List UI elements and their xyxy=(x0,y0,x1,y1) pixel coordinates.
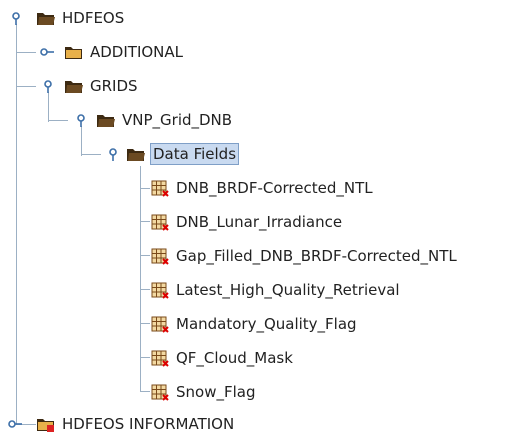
connector-line xyxy=(16,52,36,53)
tree-node-label: QF_Cloud_Mask xyxy=(176,349,293,367)
expand-toggle-icon[interactable] xyxy=(40,46,56,58)
tree-node-data-fields[interactable]: Data Fields xyxy=(126,142,240,166)
tree-node-label: Data Fields xyxy=(150,143,240,165)
tree-node-label: ADDITIONAL xyxy=(90,43,184,61)
collapse-toggle-icon[interactable] xyxy=(105,148,121,161)
folder-attribute-icon xyxy=(36,415,56,433)
connector-line xyxy=(140,221,150,222)
tree-node-label: DNB_BRDF-Corrected_NTL xyxy=(176,179,373,197)
connector-line xyxy=(48,92,49,122)
connector-line xyxy=(140,255,150,256)
tree-node-dataset[interactable]: Snow_Flag xyxy=(150,380,257,404)
tree-node-dataset[interactable]: DNB_Lunar_Irradiance xyxy=(150,210,344,234)
collapse-toggle-icon[interactable] xyxy=(40,80,56,93)
tree-node-label: VNP_Grid_DNB xyxy=(122,111,233,129)
collapse-toggle-icon[interactable] xyxy=(8,12,24,25)
connector-line xyxy=(140,188,150,189)
folder-open-icon xyxy=(36,9,56,27)
folder-open-icon xyxy=(64,77,84,95)
dataset-icon xyxy=(150,383,170,401)
tree-node-dataset[interactable]: DNB_BRDF-Corrected_NTL xyxy=(150,176,375,200)
connector-line xyxy=(81,154,101,155)
dataset-icon xyxy=(150,349,170,367)
connector-line xyxy=(16,24,17,424)
folder-closed-icon xyxy=(64,43,84,61)
connector-line xyxy=(140,391,150,392)
connector-line xyxy=(81,126,82,156)
tree-node-additional[interactable]: ADDITIONAL xyxy=(64,40,185,64)
hdf-tree-view: HDFEOS ADDITIONAL GRIDS VNP_Grid_DNB Dat… xyxy=(0,0,514,437)
connector-line xyxy=(140,166,141,392)
connector-line xyxy=(48,120,68,121)
tree-node-hdfeos-information[interactable]: HDFEOS INFORMATION xyxy=(36,412,236,436)
folder-open-icon xyxy=(96,111,116,129)
connector-line xyxy=(140,289,150,290)
dataset-icon xyxy=(150,213,170,231)
tree-node-hdfeos[interactable]: HDFEOS xyxy=(36,6,126,30)
tree-node-label: Snow_Flag xyxy=(176,383,256,401)
tree-node-label: DNB_Lunar_Irradiance xyxy=(176,213,343,231)
connector-line xyxy=(140,357,150,358)
expand-toggle-icon[interactable] xyxy=(8,418,24,430)
tree-node-label: HDFEOS xyxy=(62,9,125,27)
connector-line xyxy=(16,86,36,87)
dataset-icon xyxy=(150,247,170,265)
tree-node-label: HDFEOS INFORMATION xyxy=(62,415,235,433)
tree-node-grids[interactable]: GRIDS xyxy=(64,74,140,98)
tree-node-label: GRIDS xyxy=(90,77,138,95)
collapse-toggle-icon[interactable] xyxy=(73,114,89,127)
tree-node-label: Latest_High_Quality_Retrieval xyxy=(176,281,400,299)
tree-node-dataset[interactable]: Latest_High_Quality_Retrieval xyxy=(150,278,402,302)
dataset-icon xyxy=(150,281,170,299)
tree-node-dataset[interactable]: Gap_Filled_DNB_BRDF-Corrected_NTL xyxy=(150,244,459,268)
dataset-icon xyxy=(150,179,170,197)
tree-node-dataset[interactable]: Mandatory_Quality_Flag xyxy=(150,312,359,336)
tree-node-vnp-grid-dnb[interactable]: VNP_Grid_DNB xyxy=(96,108,234,132)
tree-node-dataset[interactable]: QF_Cloud_Mask xyxy=(150,346,295,370)
connector-line xyxy=(140,323,150,324)
folder-open-icon xyxy=(126,145,146,163)
dataset-icon xyxy=(150,315,170,333)
tree-node-label: Mandatory_Quality_Flag xyxy=(176,315,357,333)
tree-node-label: Gap_Filled_DNB_BRDF-Corrected_NTL xyxy=(176,247,457,265)
